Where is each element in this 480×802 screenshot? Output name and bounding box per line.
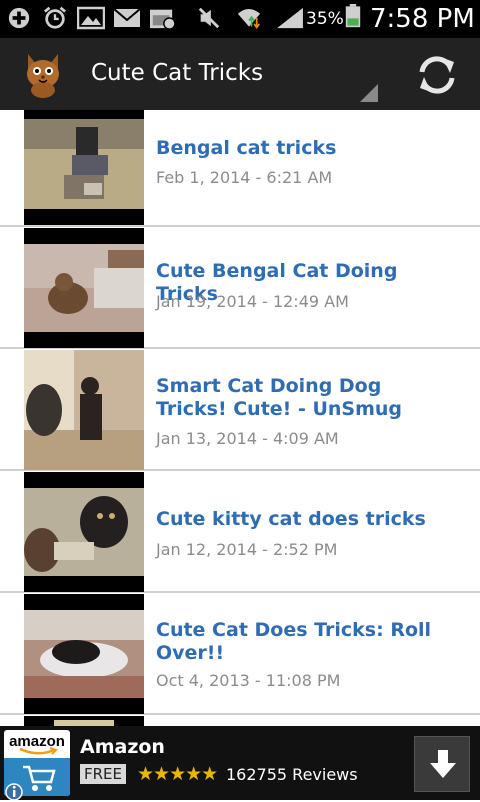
info-icon[interactable] [4, 782, 24, 802]
ad-app-name[interactable]: Amazon [80, 736, 165, 758]
add-notification-icon [8, 7, 30, 29]
price-badge: FREE [80, 764, 127, 784]
cat-face-icon [27, 54, 59, 98]
video-date: Jan 13, 2014 - 4:09 AM [156, 429, 339, 448]
alarm-icon [43, 6, 67, 29]
video-title[interactable]: Bengal cat tricks [156, 137, 456, 160]
star-rating: ★★★★★ [137, 763, 218, 785]
app-icon[interactable] [22, 50, 64, 98]
download-arrow-icon [430, 750, 456, 778]
video-date: Jan 12, 2014 - 2:52 PM [156, 540, 338, 559]
refresh-icon [419, 56, 455, 94]
video-date: Jan 19, 2014 - 12:49 AM [156, 292, 349, 311]
smile-arrow-icon [19, 747, 58, 755]
video-row[interactable]: Bengal cat tricks Feb 1, 2014 - 6:21 AM [0, 110, 480, 227]
video-date: Feb 1, 2014 - 6:21 AM [156, 168, 333, 187]
review-count: 162755 Reviews [226, 765, 358, 784]
signal-icon [277, 7, 303, 29]
battery-percent: 35% [306, 9, 344, 29]
video-thumbnail[interactable] [24, 228, 144, 348]
ad-banner[interactable]: amazon Amazon FREE ★★★★★ 162755 Reviews [0, 726, 480, 802]
video-thumbnail[interactable] [24, 110, 144, 225]
video-row[interactable]: Cute kitty cat does tricks Jan 12, 2014 … [0, 471, 480, 593]
video-title[interactable]: Smart Cat Doing Dog Tricks! Cute! - UnSm… [156, 375, 456, 421]
gallery-icon [77, 6, 105, 30]
video-row[interactable]: Cute Bengal Cat Doing Tricks Jan 19, 201… [0, 227, 480, 349]
refresh-button[interactable] [412, 52, 462, 98]
video-thumbnail[interactable] [24, 716, 144, 726]
app-title[interactable]: Cute Cat Tricks [91, 60, 263, 86]
status-bar: 35% 7:58 PM [0, 0, 480, 38]
video-thumbnail[interactable] [24, 472, 144, 592]
wifi-icon [237, 9, 261, 29]
shopping-cart-icon [23, 765, 56, 791]
spinner-corner-icon[interactable] [360, 84, 378, 102]
email-icon [113, 8, 141, 27]
battery-icon [345, 4, 361, 28]
video-date: Oct 4, 2013 - 11:08 PM [156, 671, 341, 690]
video-title[interactable]: Cute Cat Does Tricks: Roll Over!! [156, 619, 456, 665]
video-thumbnail[interactable] [24, 350, 144, 470]
video-title[interactable]: Cute kitty cat does tricks [156, 508, 456, 531]
video-thumbnail[interactable] [24, 594, 144, 714]
clock: 7:58 PM [370, 4, 475, 34]
action-bar: Cute Cat Tricks [0, 38, 480, 110]
mute-icon [198, 7, 220, 29]
video-row[interactable]: Smart Cat Doing Dog Tricks! Cute! - UnSm… [0, 349, 480, 471]
download-button[interactable] [414, 736, 470, 792]
video-row[interactable]: Cute Cat Does Tricks: Roll Over!! Oct 4,… [0, 593, 480, 715]
calendar-icon [150, 9, 176, 30]
video-row-partial[interactable] [0, 715, 480, 726]
video-list[interactable]: Bengal cat tricks Feb 1, 2014 - 6:21 AM … [0, 110, 480, 726]
